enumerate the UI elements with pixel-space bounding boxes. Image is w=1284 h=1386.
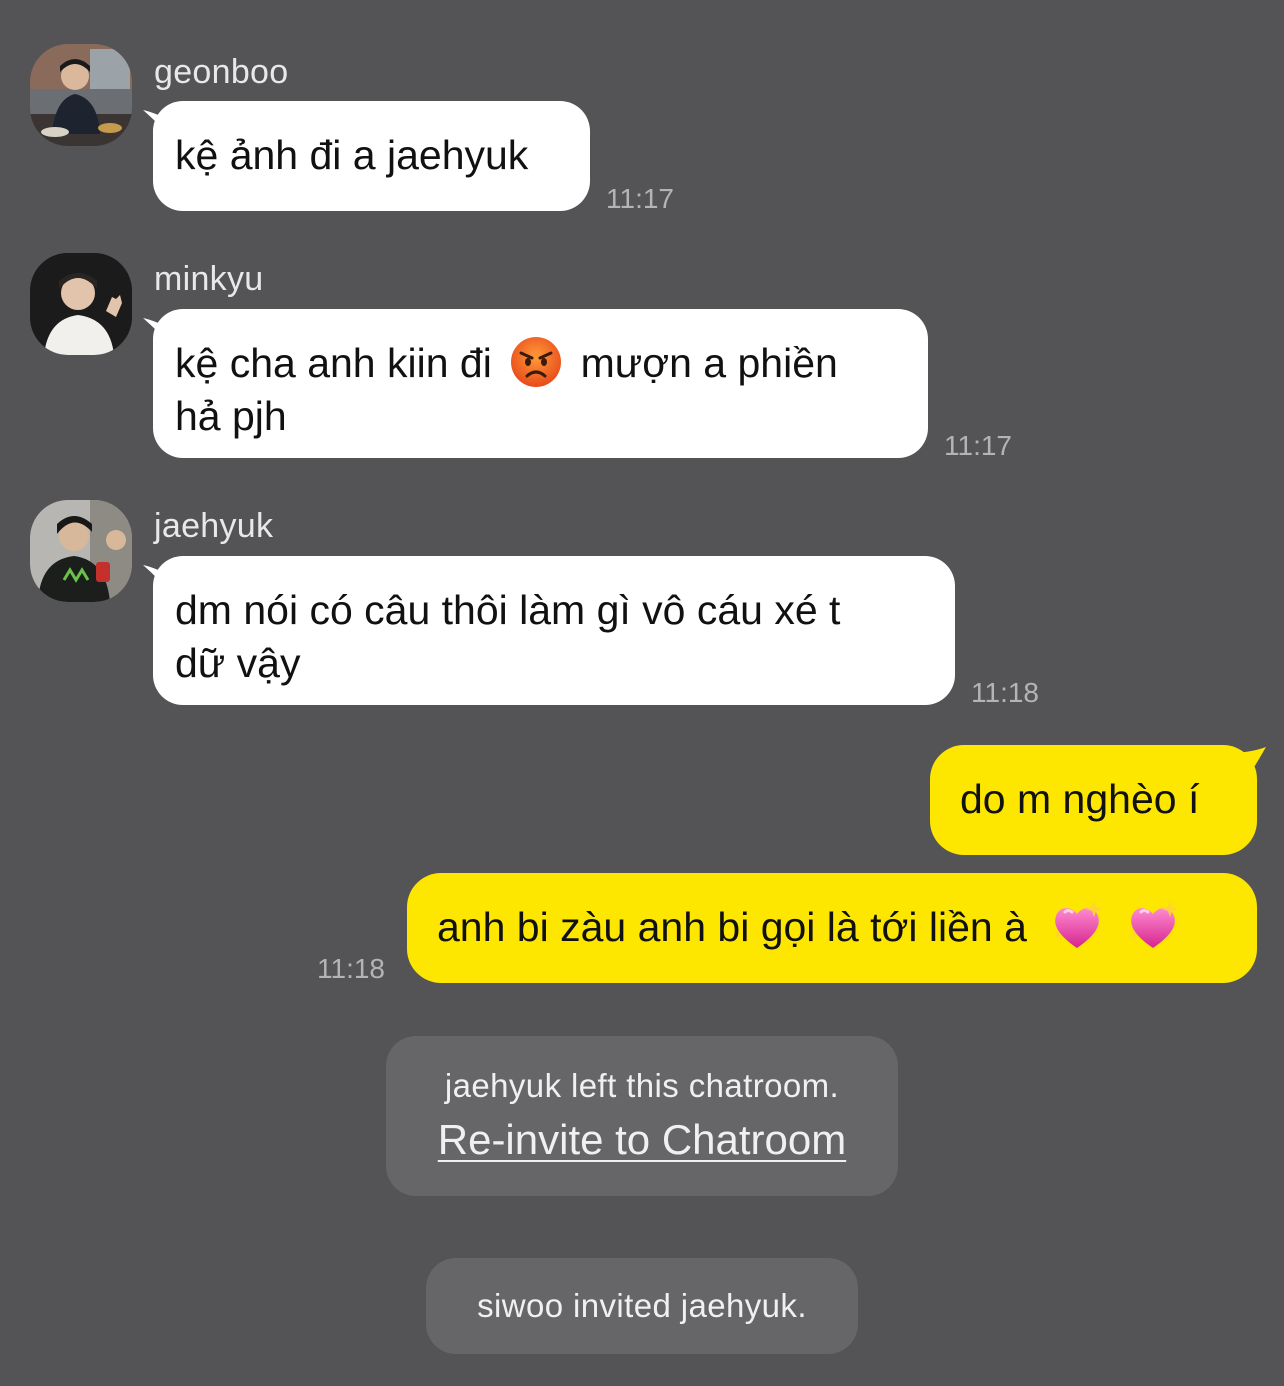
message-timestamp: 11:17 — [606, 183, 674, 214]
sparkling-heart-icon — [1129, 901, 1178, 949]
outgoing-message-bubble[interactable]: do m nghèo í — [930, 745, 1257, 855]
avatar-jaehyuk[interactable] — [30, 500, 132, 602]
sparkling-heart-icon — [1054, 901, 1103, 949]
message-timestamp: 11:17 — [944, 430, 1012, 461]
sender-name: minkyu — [154, 260, 264, 298]
message-line: hả pjh — [175, 393, 287, 439]
message-timestamp: 11:18 — [971, 677, 1039, 708]
avatar-photo-icon — [30, 253, 132, 355]
avatar-minkyu[interactable] — [30, 253, 132, 355]
message-bubble[interactable]: kệ cha anh kiin đi mượn a phiền hả pjh — [153, 309, 928, 458]
avatar-photo-icon — [30, 500, 132, 602]
message-text: do m nghèo í — [960, 776, 1200, 822]
sender-name: jaehyuk — [154, 507, 274, 545]
message-line: kệ cha anh kiin đi mượn a phiền — [175, 337, 906, 390]
message-text: kệ ảnh đi a jaehyuk — [175, 132, 529, 178]
system-notice-text: jaehyuk left this chatroom. — [444, 1067, 840, 1104]
system-notice-invited: siwoo invited jaehyuk. — [426, 1258, 858, 1354]
avatar-geonboo[interactable] — [30, 44, 132, 146]
message-text: kệ cha anh kiin đi — [175, 340, 492, 386]
message-timestamp: 11:18 — [317, 953, 385, 984]
message-text: mượn a phiền — [580, 340, 838, 386]
message-bubble[interactable]: dm nói có câu thôi làm gì vô cáu xé t dữ… — [153, 556, 955, 705]
avatar-photo-icon — [30, 44, 132, 146]
sender-name: geonboo — [154, 53, 289, 91]
message-line: dữ vậy — [175, 640, 301, 686]
message-bubble[interactable]: kệ ảnh đi a jaehyuk — [153, 101, 590, 211]
outgoing-message-bubble[interactable]: anh bi zàu anh bi gọi là tới liền à — [407, 873, 1257, 983]
system-notice-left: jaehyuk left this chatroom. Re-invite to… — [386, 1036, 898, 1196]
angry-face-icon — [511, 337, 562, 388]
reinvite-link[interactable]: Re-invite to Chatroom — [438, 1114, 847, 1166]
message-line: dm nói có câu thôi làm gì vô cáu xé t — [175, 587, 841, 633]
message-text: anh bi zàu anh bi gọi là tới liền à — [437, 904, 1027, 950]
system-notice-text: siwoo invited jaehyuk. — [477, 1287, 807, 1324]
